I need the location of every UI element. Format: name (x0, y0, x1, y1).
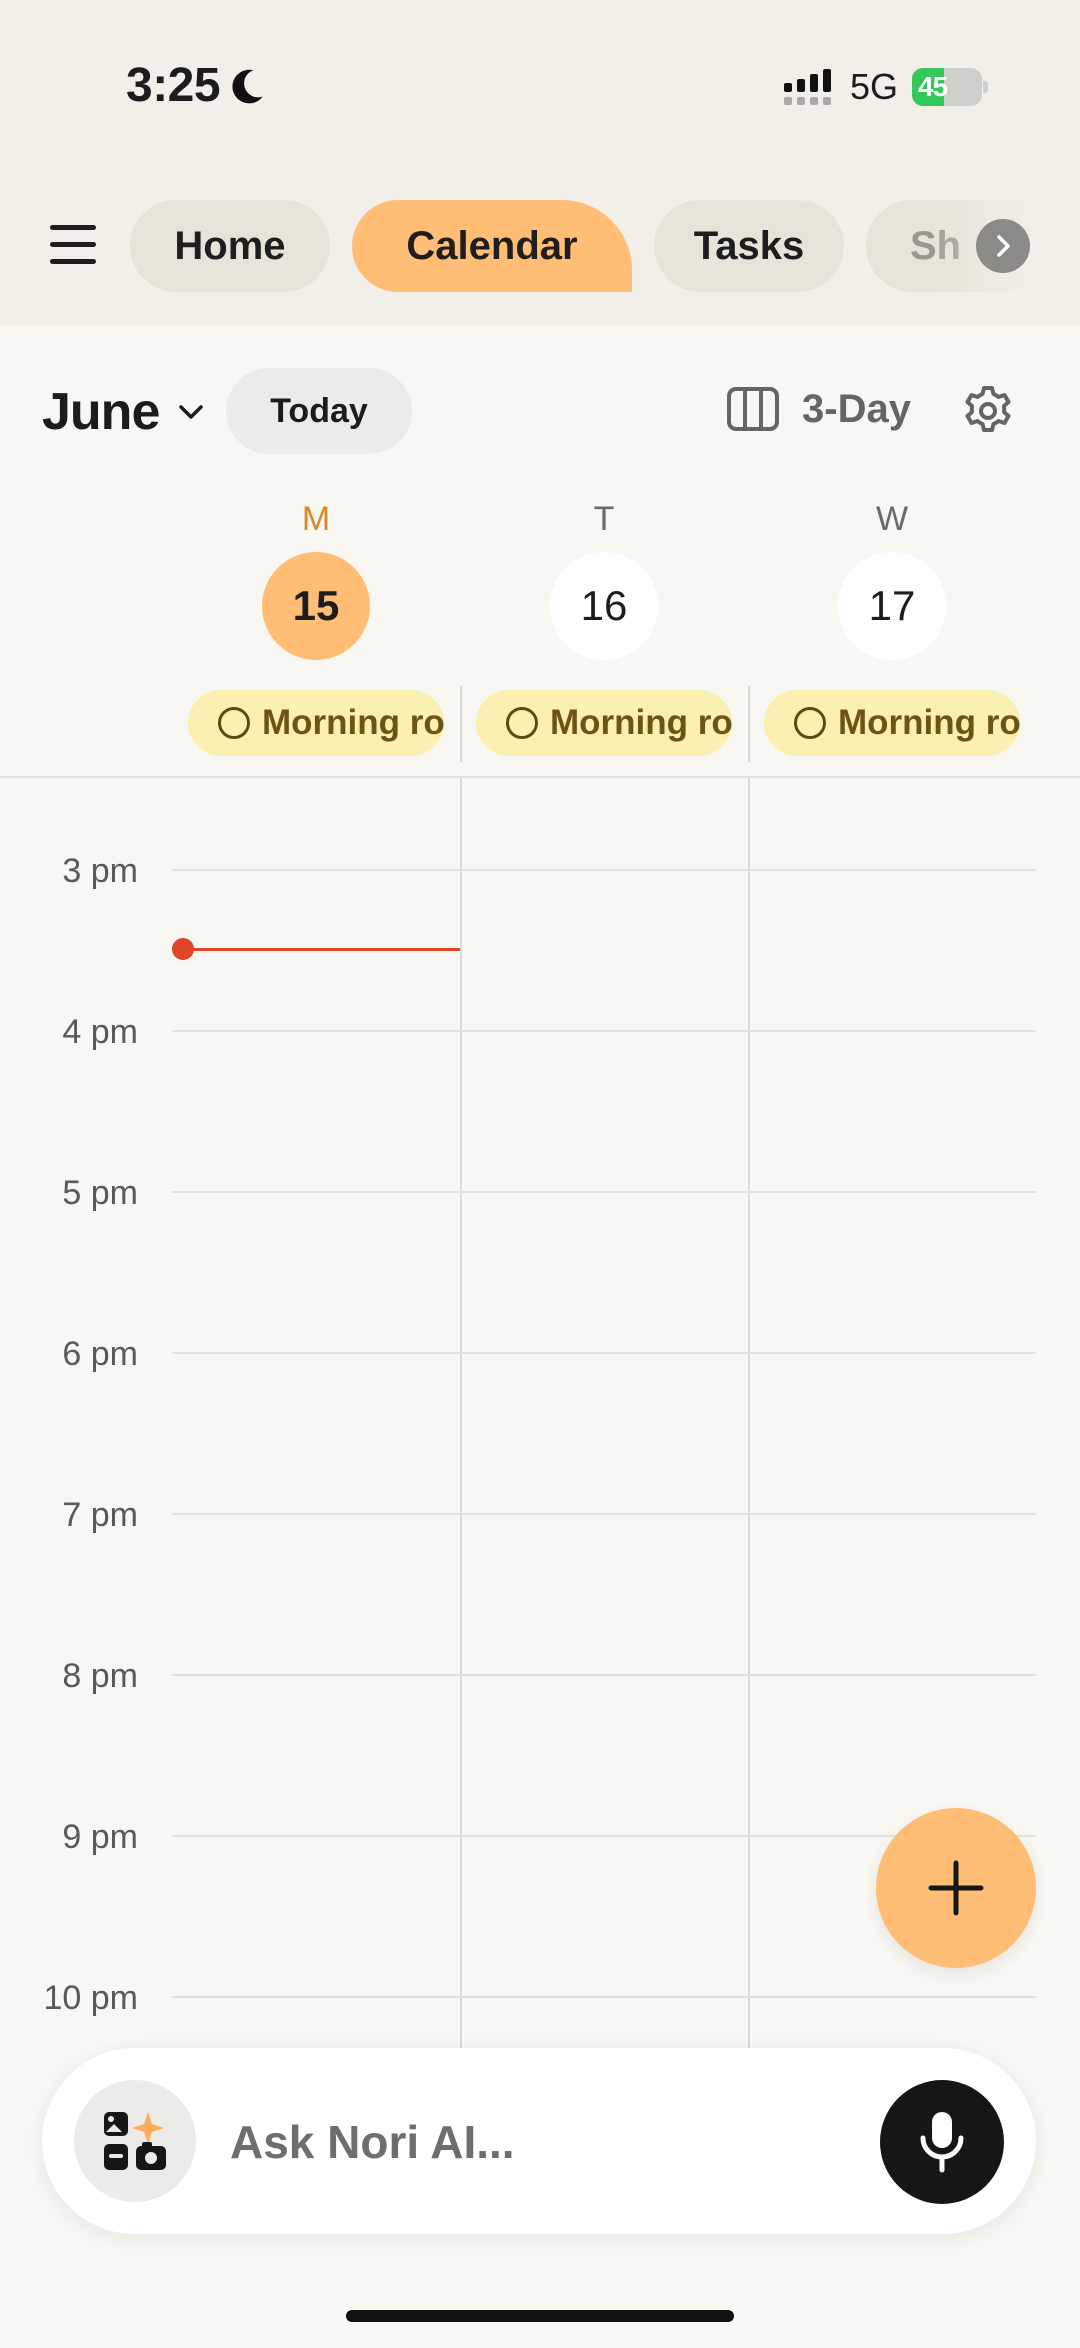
status-indicators: 5G 45 (782, 66, 988, 108)
tab-calendar[interactable]: Calendar (352, 200, 632, 292)
network-label: 5G (849, 66, 898, 107)
tab-home[interactable]: Home (130, 200, 330, 292)
hour-label: 5 pm (62, 1174, 138, 1212)
today-button-label: Today (270, 391, 368, 430)
attach-media-button[interactable] (74, 2080, 196, 2202)
tab-calendar-label: Calendar (406, 223, 578, 268)
all-day-event-tue[interactable]: Morning ro (476, 690, 732, 756)
hour-label: 9 pm (62, 1818, 138, 1856)
media-sparkle-icon (104, 2112, 166, 2170)
task-circle-icon[interactable] (794, 707, 826, 739)
all-day-event-title: Morning ro (550, 703, 732, 742)
ask-ai-input[interactable] (230, 2112, 850, 2172)
plus-icon (928, 1860, 984, 1916)
voice-input-button[interactable] (880, 2080, 1004, 2204)
day-letter: T (593, 500, 615, 538)
all-day-event-title: Morning ro (838, 703, 1020, 742)
hour-line (172, 1996, 1036, 1998)
current-time-line (182, 948, 460, 951)
day-header-wed[interactable]: W 17 (812, 500, 972, 660)
all-day-event-title: Morning ro (262, 703, 444, 742)
hour-line (172, 869, 1036, 871)
hour-label: 8 pm (62, 1657, 138, 1695)
hour-line (172, 1674, 1036, 1676)
hour-label: 10 pm (43, 1979, 139, 2017)
day-header-mon[interactable]: M 15 (236, 500, 396, 660)
moon-icon (232, 69, 263, 103)
day-number: 16 (550, 552, 658, 660)
hour-label: 4 pm (62, 1013, 138, 1051)
chevron-right-icon (997, 235, 1010, 257)
task-circle-icon[interactable] (506, 707, 538, 739)
task-circle-icon[interactable] (218, 707, 250, 739)
battery-icon: 45 (912, 68, 988, 106)
status-time-text: 3:25 (126, 59, 221, 112)
column-divider (748, 686, 750, 762)
all-day-event-mon[interactable]: Morning ro (188, 690, 444, 756)
home-indicator (346, 2310, 734, 2322)
hour-label: 3 pm (62, 852, 138, 890)
column-divider (748, 778, 750, 2048)
month-label: June (42, 383, 160, 441)
month-selector[interactable]: June (42, 382, 205, 442)
chevron-down-icon (179, 405, 204, 419)
ask-ai-bar (42, 2048, 1036, 2234)
day-letter: W (875, 500, 909, 538)
scroll-tabs-button[interactable] (976, 219, 1030, 273)
hour-line (172, 1191, 1036, 1193)
hour-label: 7 pm (62, 1496, 138, 1534)
today-button[interactable]: Today (226, 368, 412, 454)
hamburger-menu-icon[interactable] (50, 225, 96, 265)
gear-icon[interactable] (962, 385, 1014, 437)
day-number-selected: 15 (262, 552, 370, 660)
signal-icon (783, 69, 831, 105)
day-header-tue[interactable]: T 16 (524, 500, 684, 660)
tab-tasks-label: Tasks (693, 223, 805, 268)
add-event-button[interactable] (876, 1808, 1036, 1968)
tab-tasks[interactable]: Tasks (654, 200, 844, 292)
tab-partial[interactable]: Sh (866, 200, 1080, 292)
day-letter: M (301, 500, 331, 538)
microphone-icon (920, 2112, 964, 2173)
hour-line (172, 1352, 1036, 1354)
hour-line (172, 1030, 1036, 1032)
columns-icon (727, 387, 779, 431)
status-time: 3:25 (126, 58, 268, 113)
column-divider (460, 778, 462, 2048)
all-day-event-wed[interactable]: Morning ro (764, 690, 1020, 756)
view-mode-label: 3-Day (802, 386, 911, 431)
hour-line (172, 1513, 1036, 1515)
battery-level: 45 (918, 71, 948, 102)
column-divider (460, 686, 462, 762)
tab-home-label: Home (174, 223, 286, 268)
day-number: 17 (838, 552, 946, 660)
hour-label: 6 pm (62, 1335, 138, 1373)
view-mode-toggle[interactable]: 3-Day (726, 386, 911, 432)
